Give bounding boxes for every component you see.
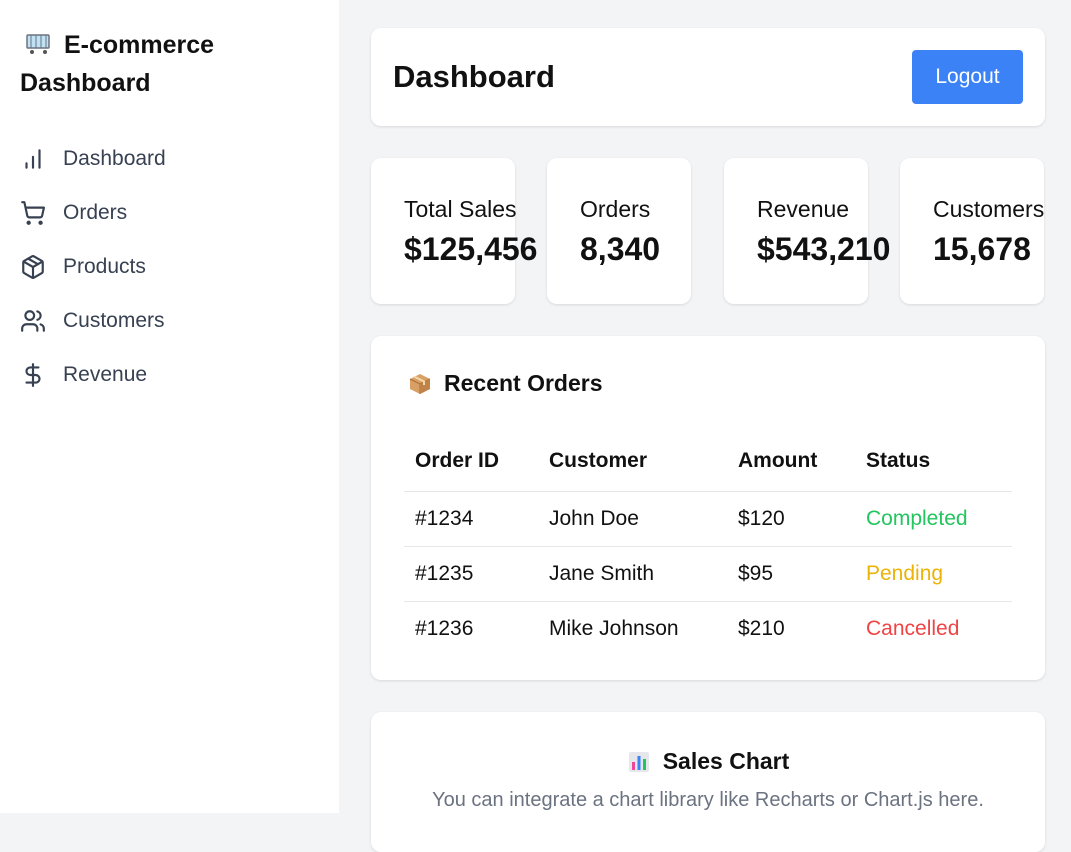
amount-cell: $120 [727, 491, 855, 547]
table-header-row: Order ID Customer Amount Status [404, 431, 1012, 492]
sidebar-item-products[interactable]: Products [20, 240, 319, 294]
sidebar-item-label: Orders [63, 201, 128, 224]
sidebar-item-label: Customers [63, 309, 165, 332]
package-emoji-icon [409, 373, 431, 394]
column-header-amount: Amount [727, 431, 855, 492]
stat-label: Orders [580, 196, 651, 222]
dollar-icon [20, 362, 46, 388]
customer-cell: Jane Smith [538, 546, 727, 602]
stat-card-customers: Customers 15,678 [900, 158, 1044, 304]
column-header-customer: Customer [538, 431, 727, 492]
stat-card-total-sales: Total Sales $125,456 [371, 158, 538, 304]
order-id-cell: #1236 [415, 616, 474, 640]
customer-cell: Mike Johnson [549, 616, 679, 640]
stat-label: Customers [933, 196, 1045, 222]
sidebar-item-label: Dashboard [63, 147, 166, 170]
users-icon [20, 308, 46, 334]
sales-chart-subtitle: You can integrate a chart library like R… [432, 788, 984, 811]
sidebar-item-label: Revenue [63, 363, 148, 386]
table-row: #1234 John Doe $120 Completed [404, 491, 1012, 547]
stat-card-revenue: Revenue $543,210 [724, 158, 891, 304]
order-id-cell: #1234 [404, 491, 538, 547]
sidebar-nav: Dashboard Orders Products Customers Reve… [20, 132, 319, 402]
recent-orders-title-text: Recent Orders [444, 370, 603, 396]
status-cell: Completed [855, 491, 1012, 547]
table-row: #1235 Jane Smith $95 Pending [404, 546, 1012, 602]
stat-value: 8,340 [580, 231, 661, 267]
status-cell: Cancelled [866, 616, 960, 640]
sales-chart-title: Sales Chart [627, 748, 790, 775]
status-cell: Pending [855, 546, 1012, 602]
sales-chart-title-text: Sales Chart [662, 748, 790, 774]
logout-button[interactable]: Logout [912, 50, 1023, 104]
brand: E-commerce Dashboard [20, 26, 319, 102]
recent-orders-card: Recent Orders Order ID Customer Amount S… [371, 336, 1045, 680]
shopping-cart-emoji-icon [26, 34, 50, 54]
sidebar-item-dashboard[interactable]: Dashboard [20, 132, 319, 186]
shopping-cart-icon [20, 200, 46, 226]
bar-chart-icon [20, 146, 46, 172]
page-title: Dashboard [393, 59, 555, 94]
sidebar-item-customers[interactable]: Customers [20, 294, 319, 348]
sidebar-item-label: Products [63, 255, 146, 278]
main-content: Dashboard Logout Total Sales $125,456 Or… [371, 28, 1045, 852]
amount-cell: $95 [727, 546, 855, 602]
table-row: #1236 Mike Johnson $210 Cancelled [404, 601, 1012, 656]
amount-cell: $210 [738, 616, 785, 640]
column-header-status: Status [855, 431, 1012, 492]
orders-table: Order ID Customer Amount Status #1234 Jo… [404, 431, 1012, 656]
stat-value: $543,210 [757, 231, 891, 267]
stat-card-orders: Orders 8,340 [547, 158, 691, 304]
order-id-cell: #1235 [404, 546, 538, 602]
stat-label: Revenue [757, 196, 850, 222]
brand-line2: Dashboard [20, 69, 151, 97]
sales-chart-card: Sales Chart You can integrate a chart li… [371, 712, 1045, 852]
page-header: Dashboard Logout [371, 28, 1045, 126]
stat-value: $125,456 [404, 231, 538, 267]
sidebar-item-revenue[interactable]: Revenue [20, 348, 319, 402]
stat-value: 15,678 [933, 231, 1031, 267]
brand-line1: E-commerce [64, 31, 215, 59]
column-header-order-id: Order ID [404, 431, 538, 492]
sidebar-item-orders[interactable]: Orders [20, 186, 319, 240]
bar-chart-emoji-icon [628, 751, 649, 772]
sidebar: E-commerce Dashboard Dashboard Orders Pr… [0, 0, 339, 813]
customer-cell: John Doe [538, 491, 727, 547]
stats-row: Total Sales $125,456 Orders 8,340 Revenu… [371, 158, 1045, 304]
package-icon [20, 254, 46, 280]
stat-label: Total Sales [404, 196, 517, 222]
recent-orders-title: Recent Orders [404, 370, 1012, 397]
